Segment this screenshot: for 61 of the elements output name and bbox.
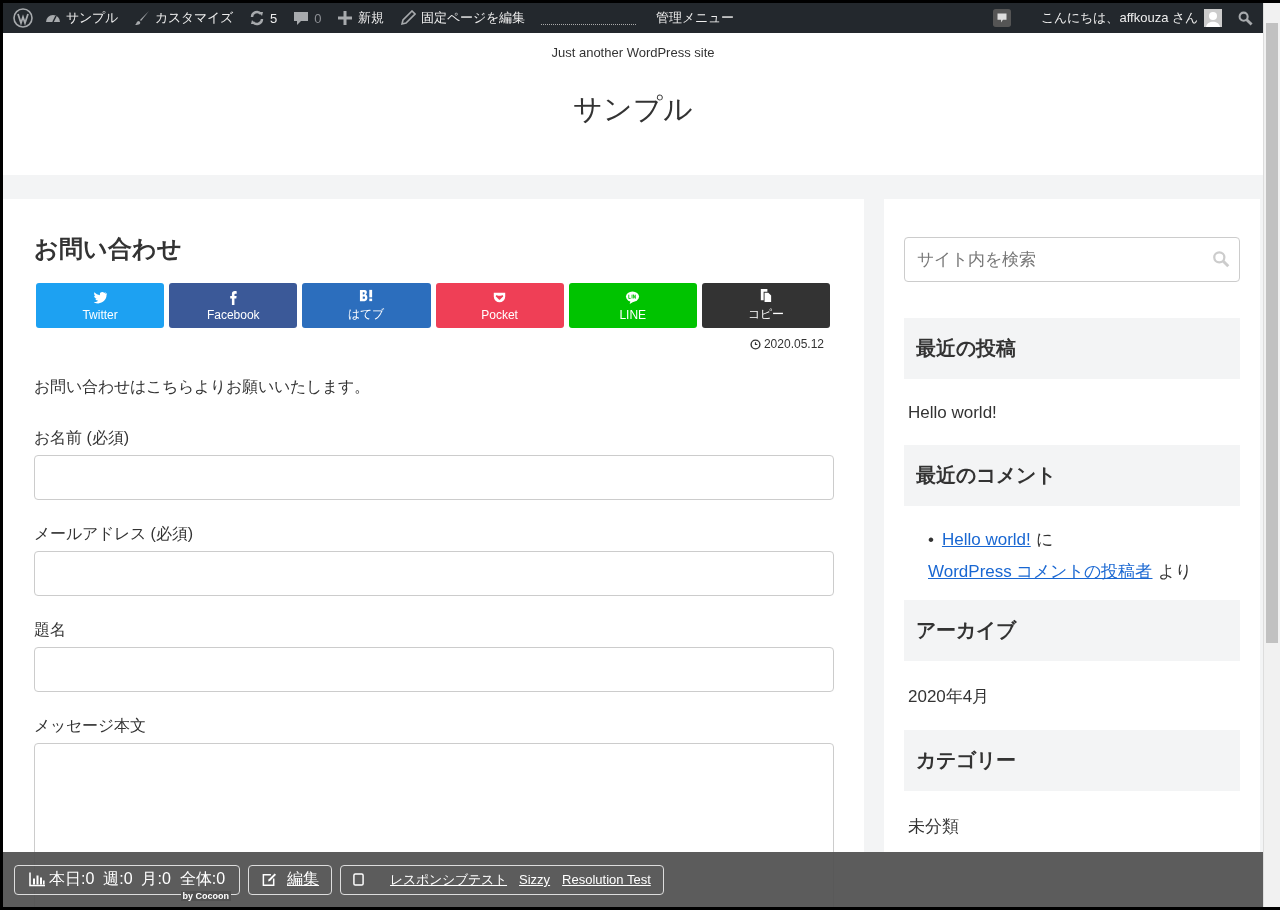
access-counts: 本日:0 週:0 月:0 全体:0 [49, 869, 226, 889]
list-bullet: • [928, 530, 934, 549]
comment-text: より [1157, 562, 1192, 581]
widget-heading: カテゴリー [904, 730, 1240, 791]
copy-icon [758, 288, 774, 303]
field-label: 題名 [34, 620, 67, 640]
site-tagline: Just another WordPress site [551, 45, 715, 60]
notification-icon[interactable] [993, 9, 1012, 27]
clock-icon [749, 338, 761, 350]
admin-bar-item[interactable]: 管理メニュー [656, 9, 735, 27]
field-label: お名前 (必須) [34, 428, 131, 448]
scrollbar[interactable] [1263, 3, 1280, 907]
admin-bar-item[interactable]: カスタマイズ [134, 9, 233, 27]
admin-bar-item[interactable]: 新規 [337, 9, 385, 27]
admin-bar-item[interactable]: 5 [249, 10, 278, 26]
admin-bar-item[interactable]: 0 [293, 10, 322, 26]
greeting-link[interactable]: こんにちは、affkouza さん [1041, 9, 1198, 27]
share-button[interactable]: はてブ [302, 283, 431, 328]
test-link[interactable]: レスポンシブテスト [390, 870, 508, 889]
share-button[interactable]: コピー [701, 283, 831, 328]
widget-heading: アーカイブ [904, 600, 1240, 661]
bar-chart-icon [29, 872, 45, 887]
input-field[interactable] [34, 551, 834, 596]
page-title: お問い合わせ [34, 234, 183, 264]
credit-text: by Cocoon [180, 890, 232, 901]
tablet-icon [353, 873, 365, 886]
widget-link[interactable]: Hello world! [908, 403, 997, 423]
avatar-icon[interactable] [1204, 9, 1222, 27]
test-link[interactable]: Resolution Test [562, 872, 651, 887]
edit-icon [261, 872, 278, 887]
admin-bar-item[interactable]: サンプル [45, 9, 118, 27]
field-label: メッセージ本文 [34, 716, 147, 736]
admin-bar-item[interactable]: 固定ページを編集 [400, 9, 526, 27]
bird-icon [92, 289, 108, 305]
refresh-icon [249, 10, 265, 26]
field-label: メールアドレス (必須) [34, 524, 195, 544]
chat-bubble-icon [625, 289, 641, 305]
bookmark-icon [358, 288, 374, 303]
edit-button[interactable]: 編集 [248, 864, 333, 895]
pencil-icon [400, 10, 417, 26]
widget-link[interactable]: 未分類 [908, 815, 959, 838]
input-field[interactable] [34, 455, 834, 500]
share-button[interactable]: Pocket [435, 283, 564, 328]
post-link[interactable]: Hello world! [941, 530, 1031, 549]
comment-text: に [1035, 530, 1053, 549]
widget-heading: 最近のコメント [904, 445, 1240, 506]
intro-text: お問い合わせはこちらよりお願いいたします。 [34, 377, 371, 397]
share-button[interactable]: Facebook [169, 283, 298, 328]
site-title[interactable]: サンプル [573, 90, 693, 130]
plus-icon [337, 10, 354, 26]
post-date: 2020.05.12 [763, 337, 824, 351]
widget-heading: 最近の投稿 [904, 318, 1240, 379]
input-field[interactable] [34, 647, 834, 692]
author-link[interactable]: WordPress コメントの投稿者 [928, 562, 1153, 581]
wordpress-logo-icon[interactable] [13, 8, 33, 28]
pocket-icon [492, 289, 508, 305]
widget-link[interactable]: 2020年4月 [908, 685, 990, 708]
search-icon[interactable] [1238, 10, 1253, 26]
search-field[interactable]: サイト内を検索 [904, 237, 1240, 282]
test-link[interactable]: Sizzy [519, 872, 551, 887]
speech-bubble-icon [293, 10, 310, 26]
